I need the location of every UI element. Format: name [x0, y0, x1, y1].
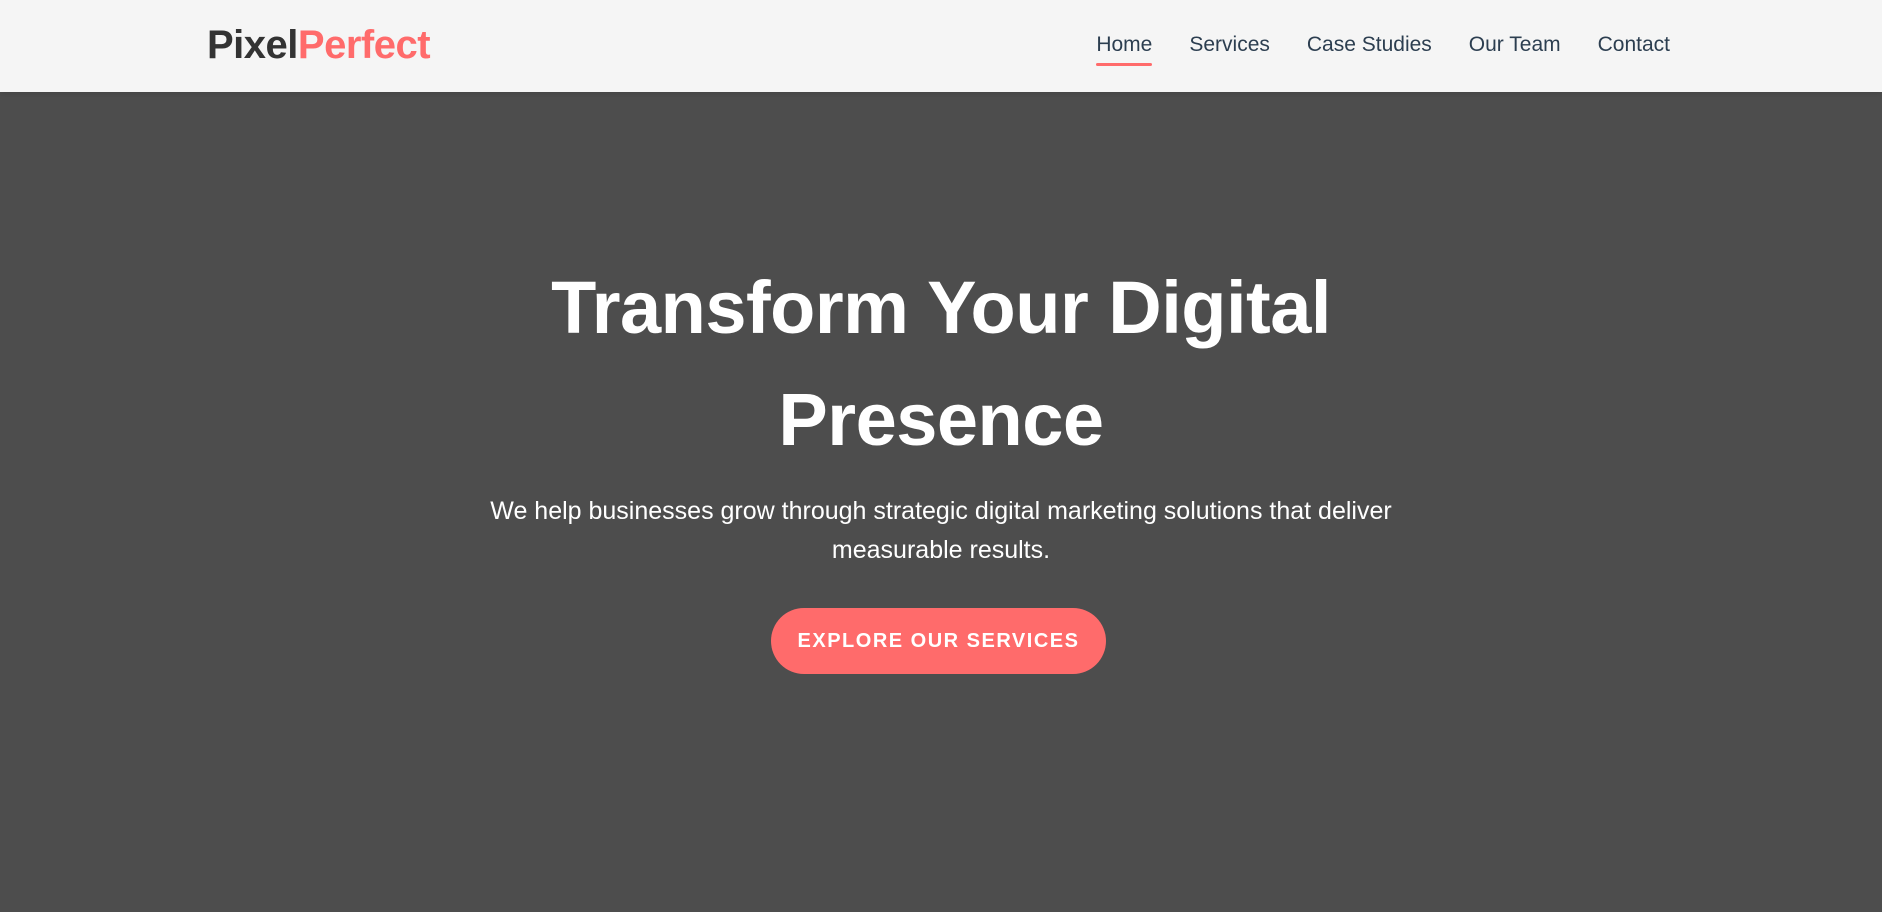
logo[interactable]: PixelPerfect	[207, 22, 431, 68]
nav-item-services[interactable]: Services	[1189, 30, 1270, 66]
explore-services-button[interactable]: EXPLORE OUR SERVICES	[771, 608, 1106, 674]
nav-item-home[interactable]: Home	[1096, 30, 1153, 66]
nav-item-our-team[interactable]: Our Team	[1469, 30, 1561, 66]
logo-text-perfect: Perfect	[297, 23, 431, 67]
hero-section: Transform Your Digital Presence We help …	[0, 92, 1882, 912]
site-header: PixelPerfect Home Services Case Studies …	[0, 0, 1882, 92]
logo-text-pixel: Pixel	[207, 23, 298, 67]
nav-item-contact[interactable]: Contact	[1598, 30, 1670, 66]
hero-subtitle: We help businesses grow through strategi…	[490, 497, 1392, 564]
nav-item-case-studies[interactable]: Case Studies	[1307, 30, 1432, 66]
main-nav: Home Services Case Studies Our Team Cont…	[1096, 30, 1670, 66]
hero-title: Transform Your Digital Presence	[551, 266, 1331, 461]
